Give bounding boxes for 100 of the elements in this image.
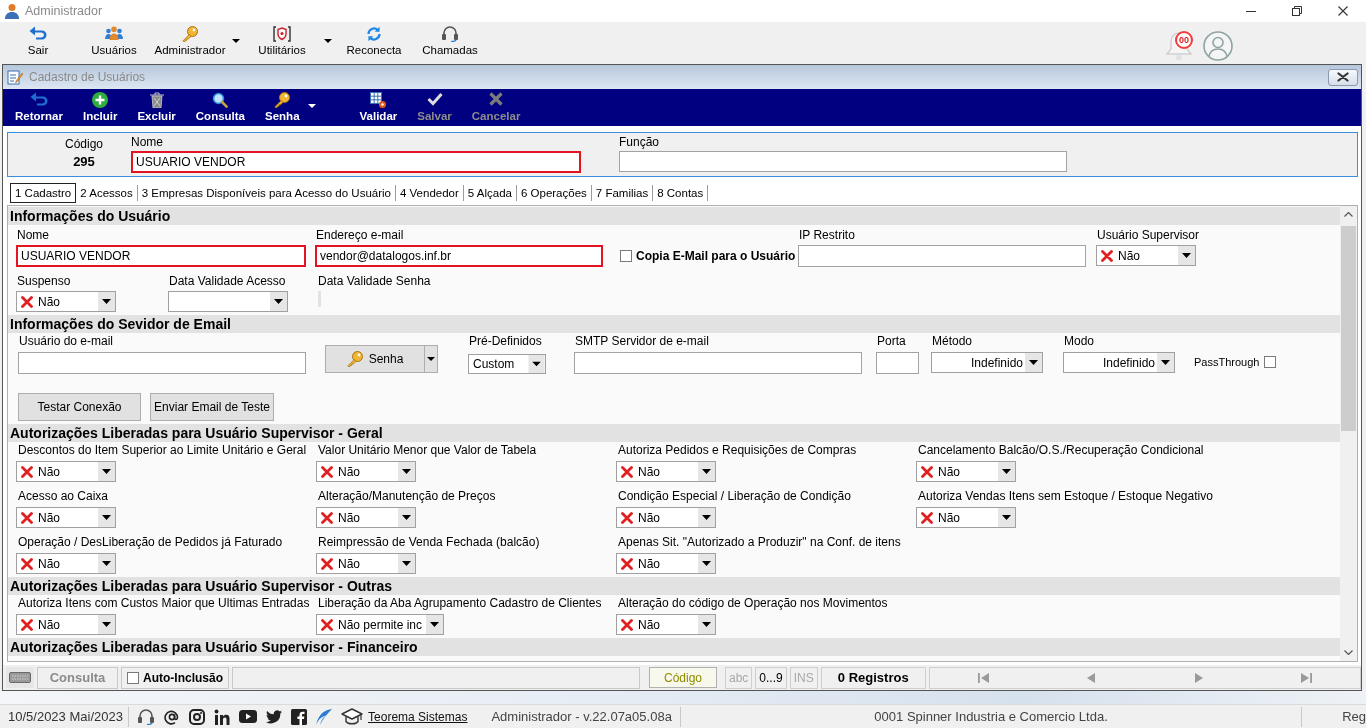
toolbar-button[interactable]: Incluir bbox=[72, 89, 128, 126]
play-icon[interactable] bbox=[239, 710, 258, 723]
toolbar-button[interactable]: Validar bbox=[349, 89, 408, 126]
toolbar-button[interactable]: Senha bbox=[255, 89, 326, 126]
in-logo-icon[interactable] bbox=[214, 708, 231, 725]
toolbar-button[interactable]: Usuários bbox=[76, 22, 152, 64]
x-mark-icon bbox=[489, 92, 504, 106]
toolbar-button[interactable]: Utilitários bbox=[244, 22, 336, 64]
permission-dropdown[interactable]: Não bbox=[16, 461, 116, 482]
search-icon bbox=[212, 92, 229, 108]
date-text: 10/5/2023 Mai/2023 bbox=[3, 706, 130, 727]
tab[interactable]: 2 Acessos bbox=[76, 185, 138, 201]
caret-icon bbox=[998, 462, 1015, 481]
headset-icon[interactable] bbox=[137, 708, 156, 725]
email-field[interactable]: vendor@datalogos.inf.br bbox=[315, 245, 603, 267]
tab[interactable]: 8 Contas bbox=[653, 185, 709, 201]
checkbox-label: Copia E-Mail para o Usuário bbox=[636, 249, 796, 263]
f-logo-icon[interactable] bbox=[291, 708, 308, 725]
toolbar-button[interactable]: Chamadas bbox=[412, 22, 488, 64]
toolbar-button[interactable]: Consulta bbox=[185, 89, 255, 126]
window-title: Administrador bbox=[25, 4, 103, 18]
company-link[interactable]: Teorema Sistemas bbox=[368, 709, 468, 724]
tab[interactable]: 5 Alçada bbox=[463, 185, 517, 201]
date-dropdown[interactable] bbox=[168, 291, 288, 312]
permission-dropdown[interactable]: Não permite inc bbox=[316, 614, 445, 635]
return-arrow-icon bbox=[29, 92, 48, 106]
dropdown-arrow-button[interactable] bbox=[425, 345, 438, 373]
smtp-field[interactable] bbox=[574, 352, 862, 374]
tab[interactable]: 3 Empresas Disponíveis para Acesso do Usuário bbox=[137, 185, 396, 201]
camera-icon[interactable] bbox=[189, 708, 206, 725]
permission-dropdown[interactable]: Não bbox=[616, 461, 716, 482]
port-field[interactable] bbox=[876, 352, 919, 374]
ip-field[interactable] bbox=[798, 245, 1086, 267]
toolbar-button[interactable]: Reconecta bbox=[336, 22, 412, 64]
permission-dropdown[interactable]: Não bbox=[316, 461, 416, 482]
wing-icon[interactable] bbox=[316, 708, 333, 725]
toolbar-button[interactable]: Administrador bbox=[152, 22, 244, 64]
keyboard-icon[interactable] bbox=[6, 667, 34, 688]
permission-dropdown[interactable]: Não bbox=[616, 507, 716, 528]
toolbar-button[interactable]: Retornar bbox=[5, 89, 73, 126]
field-label: Autoriza Pedidos e Requisições de Compras bbox=[618, 443, 857, 457]
mode-dropdown[interactable]: Indefinido bbox=[1063, 352, 1175, 373]
close-button[interactable] bbox=[1328, 68, 1358, 86]
function-field[interactable] bbox=[619, 151, 1067, 172]
permission-dropdown[interactable]: Não bbox=[16, 507, 116, 528]
password-button[interactable]: Senha bbox=[325, 345, 425, 373]
field-label: Data Validade Senha bbox=[318, 274, 431, 288]
record-count: 0 Registros bbox=[820, 666, 926, 689]
toolbar-button[interactable]: Sair bbox=[0, 22, 76, 64]
tab[interactable]: 7 Familias bbox=[591, 185, 654, 201]
chevron-up-icon[interactable] bbox=[1344, 212, 1353, 217]
field-label: Alteração do código de Operação nos Movimentos bbox=[618, 596, 888, 610]
caret-icon bbox=[270, 292, 287, 311]
table-gear-icon bbox=[370, 92, 387, 108]
email-user-field[interactable] bbox=[18, 352, 306, 374]
permission-dropdown[interactable]: Não bbox=[16, 614, 116, 635]
checkbox[interactable] bbox=[127, 671, 139, 684]
tab[interactable]: 4 Vendedor bbox=[396, 185, 464, 201]
toolbar-button[interactable]: Excluir bbox=[127, 89, 186, 126]
supervisor-dropdown[interactable]: Não bbox=[1096, 245, 1196, 266]
field-label: Código bbox=[65, 137, 103, 151]
caret-icon bbox=[1025, 353, 1042, 372]
permission-dropdown[interactable]: Não bbox=[916, 461, 1016, 482]
caret-icon bbox=[398, 508, 415, 527]
field-label: Nome bbox=[131, 135, 163, 149]
field-label: Porta bbox=[877, 334, 906, 348]
method-dropdown[interactable]: Indefinido bbox=[931, 352, 1043, 373]
permission-dropdown[interactable]: Não bbox=[16, 553, 116, 574]
headset-icon bbox=[441, 26, 459, 42]
suspended-dropdown[interactable]: Não bbox=[16, 291, 116, 312]
scroll-thumb[interactable] bbox=[1341, 226, 1356, 431]
at-sign-icon[interactable] bbox=[164, 708, 181, 725]
permission-dropdown[interactable]: Não bbox=[616, 614, 716, 635]
graduation-cap-icon[interactable] bbox=[341, 707, 364, 726]
field-label: IP Restrito bbox=[799, 228, 855, 242]
name-field[interactable]: USUARIO VENDOR bbox=[16, 245, 306, 267]
field-label: Cancelamento Balcão/O.S./Recuperação Condicional bbox=[918, 443, 1204, 457]
triangle-right-icon bbox=[1194, 672, 1203, 683]
action-button[interactable]: Testar Conexão bbox=[18, 393, 141, 421]
field-label: Usuário do e-mail bbox=[19, 334, 114, 348]
action-button[interactable]: Enviar Email de Teste bbox=[150, 393, 274, 421]
permission-dropdown[interactable]: Não bbox=[916, 507, 1016, 528]
tab[interactable]: 1 Cadastro bbox=[10, 183, 77, 203]
search-key-button[interactable]: Código bbox=[649, 667, 717, 688]
bird-icon[interactable] bbox=[266, 709, 283, 724]
tab[interactable]: 6 Operações bbox=[516, 185, 592, 201]
users-icon bbox=[105, 26, 123, 40]
chevron-down-icon[interactable] bbox=[1344, 650, 1353, 655]
user-avatar-icon[interactable] bbox=[1203, 31, 1233, 61]
checkbox[interactable] bbox=[620, 250, 632, 262]
checkbox[interactable] bbox=[1264, 356, 1277, 368]
permission-dropdown[interactable]: Não bbox=[316, 553, 416, 574]
caret-icon bbox=[1157, 353, 1174, 372]
permission-dropdown[interactable]: Não bbox=[616, 553, 716, 574]
name-field[interactable]: USUARIO VENDOR bbox=[131, 151, 581, 173]
presets-dropdown[interactable]: Custom bbox=[468, 354, 546, 374]
field-label: Método bbox=[932, 334, 973, 348]
permission-dropdown[interactable]: Não bbox=[316, 507, 416, 528]
scrollbar[interactable] bbox=[1340, 206, 1357, 661]
field-label: Pré-Definidos bbox=[469, 334, 542, 348]
